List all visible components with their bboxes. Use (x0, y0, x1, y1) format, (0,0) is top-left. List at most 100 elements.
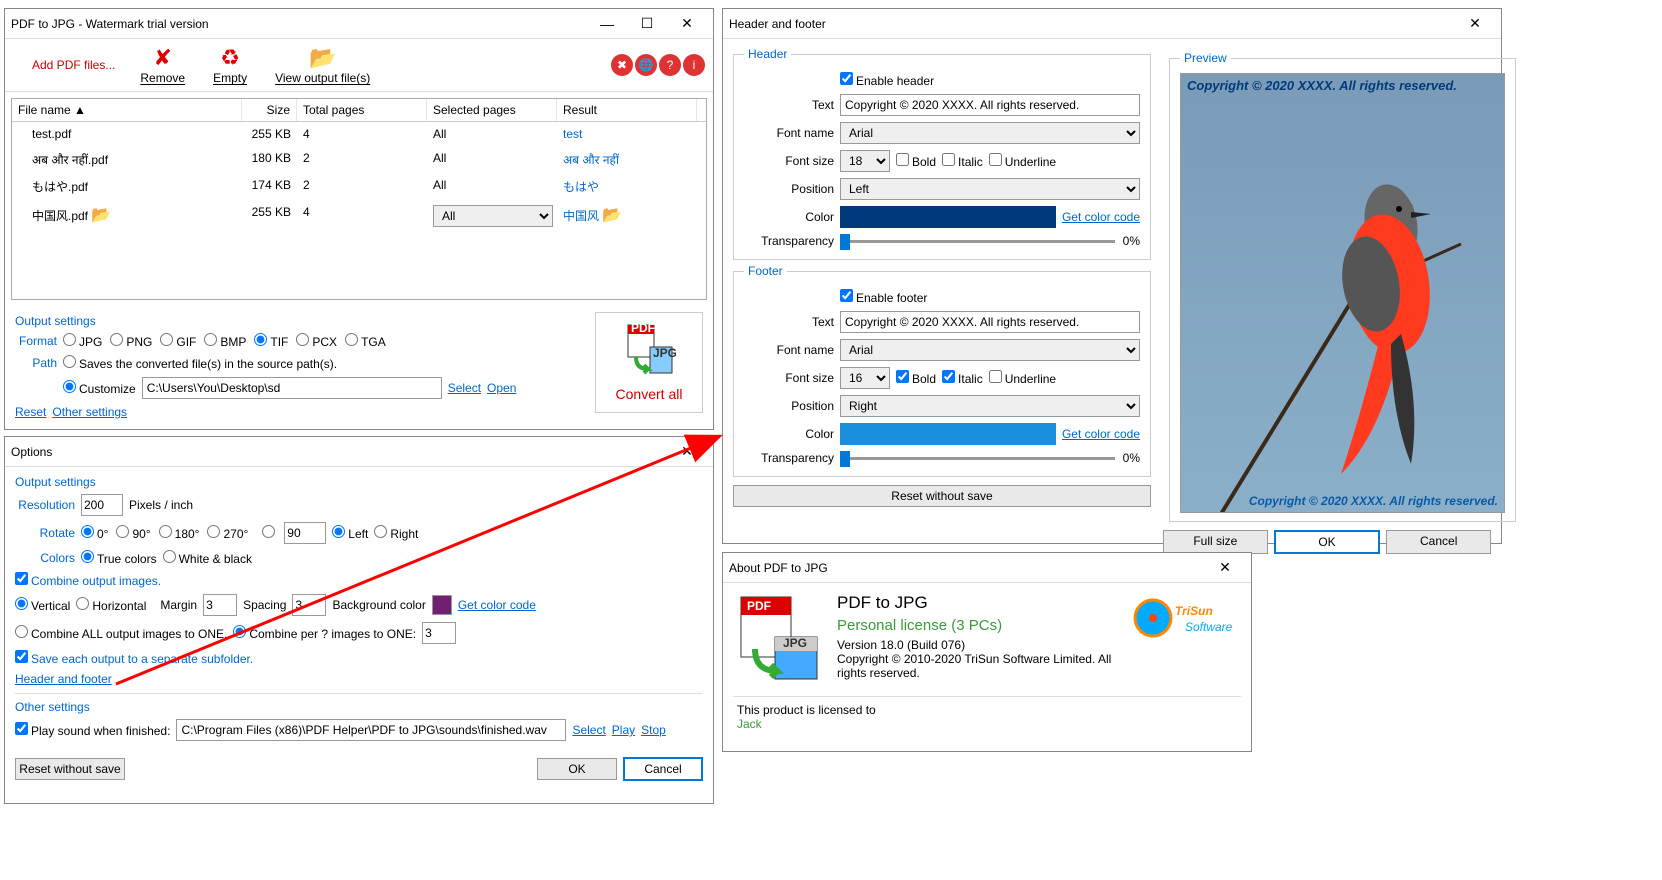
empty-button[interactable]: ♻Empty (199, 43, 261, 87)
margin-input[interactable] (203, 594, 237, 616)
footer-bold-checkbox[interactable]: Bold (896, 370, 936, 386)
footer-font-select[interactable]: Arial (840, 339, 1140, 361)
sound-play-link[interactable]: Play (612, 723, 635, 737)
white-black-radio[interactable]: White & black (163, 550, 252, 566)
hf-ok-button[interactable]: OK (1274, 530, 1381, 554)
rotate-custom-input[interactable] (284, 522, 326, 544)
selected-pages-select[interactable]: All (433, 205, 553, 227)
options-cancel-button[interactable]: Cancel (623, 757, 703, 781)
footer-color-link[interactable]: Get color code (1062, 427, 1140, 441)
options-reset-button[interactable]: Reset without save (15, 758, 125, 780)
sound-stop-link[interactable]: Stop (641, 723, 666, 737)
header-color-swatch[interactable] (840, 206, 1056, 228)
header-footer-window: Header and footer ✕ Header Enable header… (722, 8, 1502, 544)
options-ok-button[interactable]: OK (537, 758, 617, 780)
table-row[interactable]: もはや.pdf174 KB2Allもはや (12, 173, 706, 200)
other-settings-link[interactable]: Other settings (52, 405, 127, 419)
reset-link[interactable]: Reset (15, 405, 46, 419)
col-total[interactable]: Total pages (297, 99, 427, 121)
table-row[interactable]: 中国风.pdf 📂255 KB4All中国风 📂 (12, 200, 706, 232)
true-colors-radio[interactable]: True colors (81, 550, 157, 566)
header-position-select[interactable]: Left (840, 178, 1140, 200)
header-underline-checkbox[interactable]: Underline (989, 153, 1056, 169)
customize-radio[interactable]: Customize (63, 380, 136, 396)
convert-icon: PDFJPG (622, 323, 676, 380)
table-row[interactable]: test.pdf255 KB4Alltest (12, 122, 706, 146)
vertical-radio[interactable]: Vertical (15, 597, 70, 613)
close-button[interactable]: ✕ (667, 10, 707, 38)
header-text-input[interactable] (840, 94, 1140, 116)
footer-text-input[interactable] (840, 311, 1140, 333)
header-transparency-slider[interactable] (840, 240, 1115, 243)
help-icon[interactable]: ? (659, 54, 681, 76)
combine-all-radio[interactable]: Combine ALL output images to ONE. (15, 625, 227, 641)
web-icon[interactable]: 🌐 (635, 54, 657, 76)
format-bmp-radio[interactable]: BMP (204, 335, 246, 349)
get-color-link[interactable]: Get color code (458, 598, 536, 612)
footer-fieldset: Footer Enable footer Text Font nameArial… (733, 264, 1151, 477)
format-pcx-radio[interactable]: PCX (296, 335, 337, 349)
col-filename[interactable]: File name ▲ (12, 99, 242, 121)
footer-underline-checkbox[interactable]: Underline (989, 370, 1056, 386)
hf-close-button[interactable]: ✕ (1455, 10, 1495, 38)
sound-select-link[interactable]: Select (572, 723, 605, 737)
settings-icon[interactable]: ✖ (611, 54, 633, 76)
header-footer-link[interactable]: Header and footer (15, 672, 112, 686)
format-gif-radio[interactable]: GIF (160, 335, 196, 349)
footer-position-select[interactable]: Right (840, 395, 1140, 417)
table-row[interactable]: अब और नहीं.pdf180 KB2Allअब और नहीं (12, 146, 706, 173)
play-sound-checkbox[interactable]: Play sound when finished: (15, 722, 170, 738)
header-bold-checkbox[interactable]: Bold (896, 153, 936, 169)
custom-path-input[interactable] (142, 377, 442, 399)
rotate-right-radio[interactable]: Right (374, 525, 418, 541)
info-icon[interactable]: i (683, 54, 705, 76)
format-jpg-radio[interactable]: JPG (63, 335, 102, 349)
rotate-left-radio[interactable]: Left (332, 525, 368, 541)
col-result[interactable]: Result (557, 99, 697, 121)
hf-cancel-button[interactable]: Cancel (1386, 530, 1491, 554)
format-tga-radio[interactable]: TGA (345, 335, 386, 349)
save-sub-checkbox[interactable]: Save each output to a separate subfolder… (15, 650, 253, 666)
options-close-button[interactable]: ✕ (667, 438, 707, 466)
format-tif-radio[interactable]: TIF (254, 335, 288, 349)
rotate-90°-radio[interactable]: 90° (116, 527, 150, 541)
about-close-button[interactable]: ✕ (1205, 554, 1245, 582)
enable-footer-checkbox[interactable]: Enable footer (840, 289, 927, 305)
col-size[interactable]: Size (242, 99, 297, 121)
enable-header-checkbox[interactable]: Enable header (840, 72, 934, 88)
header-italic-checkbox[interactable]: Italic (942, 153, 983, 169)
rotate-custom-radio[interactable] (262, 525, 278, 541)
col-selected[interactable]: Selected pages (427, 99, 557, 121)
maximize-button[interactable]: ☐ (627, 10, 667, 38)
add-files-button[interactable]: PDF+ Add PDF files... (13, 51, 126, 79)
format-png-radio[interactable]: PNG (110, 335, 152, 349)
full-size-button[interactable]: Full size (1163, 530, 1268, 554)
rotate-180°-radio[interactable]: 180° (159, 527, 200, 541)
resolution-input[interactable] (81, 494, 123, 516)
combine-per-input[interactable] (422, 622, 456, 644)
horizontal-radio[interactable]: Horizontal (76, 597, 146, 613)
convert-all-button[interactable]: PDFJPG Convert all (595, 312, 703, 413)
source-path-radio[interactable]: Saves the converted file(s) in the sourc… (63, 355, 337, 371)
remove-button[interactable]: ✘Remove (126, 43, 199, 87)
open-path-link[interactable]: Open (487, 381, 516, 395)
sound-path-input[interactable] (176, 719, 566, 741)
about-logo-icon: PDFJPG (733, 593, 823, 686)
header-size-select[interactable]: 18 (840, 150, 890, 172)
bgcolor-swatch[interactable] (432, 595, 452, 615)
view-output-button[interactable]: 📂View output file(s) (261, 43, 384, 87)
rotate-270°-radio[interactable]: 270° (207, 527, 248, 541)
footer-color-swatch[interactable] (840, 423, 1056, 445)
header-color-link[interactable]: Get color code (1062, 210, 1140, 224)
combine-checkbox[interactable]: Combine output images. (15, 572, 161, 588)
spacing-input[interactable] (292, 594, 326, 616)
rotate-0°-radio[interactable]: 0° (81, 527, 108, 541)
select-path-link[interactable]: Select (448, 381, 481, 395)
header-font-select[interactable]: Arial (840, 122, 1140, 144)
footer-size-select[interactable]: 16 (840, 367, 890, 389)
combine-per-radio[interactable]: Combine per ? images to ONE: (233, 625, 416, 641)
footer-transparency-slider[interactable] (840, 457, 1115, 460)
hf-reset-button[interactable]: Reset without save (733, 485, 1151, 507)
footer-italic-checkbox[interactable]: Italic (942, 370, 983, 386)
minimize-button[interactable]: — (587, 10, 627, 38)
